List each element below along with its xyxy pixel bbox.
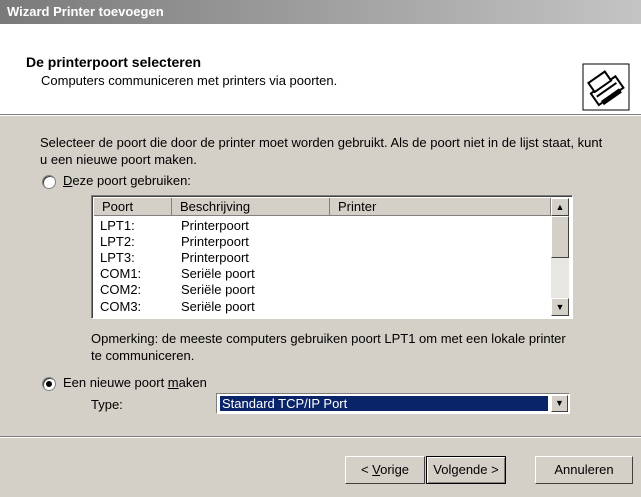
column-header-description[interactable]: Beschrijving [172, 198, 330, 216]
port-cell: COM2: [100, 282, 142, 297]
port-cell: LPT3: [100, 250, 135, 265]
port-type-value: Standard TCP/IP Port [220, 396, 548, 411]
scroll-thumb[interactable] [551, 216, 569, 258]
radio-existing-port[interactable] [42, 175, 56, 189]
window-title: Wizard Printer toevoegen [7, 4, 164, 19]
description-cell: Seriële poort [181, 299, 255, 314]
page-subtitle: Computers communiceren met printers via … [41, 73, 338, 88]
divider-highlight [0, 437, 641, 438]
port-list-scrollbar[interactable]: ▲ ▼ [551, 198, 569, 316]
label-before: < [360, 462, 373, 477]
port-cell: COM3: [100, 299, 142, 314]
page-title: De printerpoort selecteren [26, 54, 202, 70]
description-cell: Seriële poort [181, 266, 255, 281]
description-cell: Printerpoort [181, 218, 249, 233]
accel-char: m [167, 375, 179, 390]
wizard-header: De printerpoort selecteren Computers com… [0, 24, 641, 116]
port-type-select[interactable]: Standard TCP/IP Port ▼ [216, 393, 570, 414]
description-cell: Printerpoort [181, 250, 249, 265]
label-rest: eze poort gebruiken: [72, 173, 191, 188]
radio-new-port-label[interactable]: Een nieuwe poort maken [63, 375, 207, 390]
column-header-port[interactable]: Poort [94, 198, 172, 216]
printer-icon [582, 63, 630, 111]
port-cell: LPT1: [100, 218, 135, 233]
radio-new-port[interactable] [42, 377, 56, 391]
column-header-printer[interactable]: Printer [330, 198, 551, 216]
label-before: Een nieuwe poort [63, 375, 168, 390]
note-text: Opmerking: de meeste computers gebruiken… [91, 331, 566, 363]
title-bar[interactable]: Wizard Printer toevoegen [0, 0, 641, 24]
label-after: orige [380, 462, 410, 477]
description-cell: Printerpoort [181, 234, 249, 249]
port-cell: COM1: [100, 266, 142, 281]
next-button[interactable]: Volgende > [426, 456, 506, 484]
accel-char: D [63, 173, 73, 188]
radio-selected-dot [46, 381, 52, 387]
intro-text: Selecteer de poort die door de printer m… [40, 135, 603, 167]
scroll-up-arrow-icon[interactable]: ▲ [551, 198, 569, 216]
scroll-down-arrow-icon[interactable]: ▼ [551, 298, 569, 316]
type-label: Type: [91, 397, 123, 412]
description-cell: Seriële poort [181, 282, 255, 297]
back-button[interactable]: < Vorige [345, 456, 425, 484]
accel-char: V [372, 462, 381, 477]
label-after: aken [178, 375, 207, 390]
chevron-down-icon[interactable]: ▼ [551, 395, 568, 412]
port-cell: LPT2: [100, 234, 135, 249]
radio-existing-port-label[interactable]: Deze poort gebruiken: [63, 173, 191, 188]
wizard-window: Wizard Printer toevoegen De printerpoort… [0, 0, 641, 497]
cancel-button[interactable]: Annuleren [535, 456, 633, 484]
port-list[interactable]: Poort Beschrijving Printer LPT1: Printer… [91, 195, 573, 319]
